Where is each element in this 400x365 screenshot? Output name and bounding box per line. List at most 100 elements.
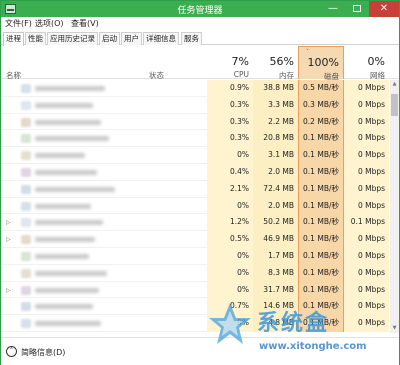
cpu-cell: 0.3% [207, 130, 253, 148]
memory-cell: 3.1 MB [253, 147, 298, 164]
cpu-cell: 0.3% [207, 113, 253, 131]
memory-cell: 1.7 MB [253, 248, 298, 265]
tab-performance[interactable]: 性能 [25, 32, 46, 45]
process-name-blurred [35, 254, 89, 259]
tab-details[interactable]: 详细信息 [143, 32, 179, 45]
chevron-up-icon[interactable]: ˄ [6, 346, 17, 357]
disk-cell: 0.1 MB/秒 [298, 147, 344, 164]
expand-chevron-icon[interactable]: ▷ [6, 236, 11, 243]
process-name-blurred [35, 153, 85, 159]
minimize-button[interactable]: — [321, 1, 345, 17]
network-cell: 0 Mbps [344, 130, 389, 148]
network-cell: 0 Mbps [344, 164, 389, 181]
maximize-button[interactable] [345, 1, 369, 17]
column-header: 名称 状态 7% CPU 56% 内存 ˇ 100% 磁盘 0% 网络 [1, 46, 399, 81]
cpu-cell: 0% [207, 197, 253, 215]
process-icon [21, 117, 31, 127]
memory-cell: 8.3 MB [253, 264, 298, 282]
sort-caret-icon: ˇ [306, 49, 309, 56]
process-icon [21, 201, 31, 211]
network-cell: 0 Mbps [344, 248, 389, 265]
process-row[interactable]: ▷ 0.5% 46.9 MB 0.1 MB/秒 0 Mbps [1, 231, 390, 248]
process-row[interactable]: 0% 1.7 MB 0.1 MB/秒 0 Mbps [1, 248, 390, 265]
memory-cell: 31.7 MB [253, 281, 298, 299]
fewer-details-link[interactable]: 简略信息(D) [21, 347, 65, 358]
network-cell: 0.1 Mbps [344, 214, 389, 232]
expand-chevron-icon[interactable]: ▷ [6, 287, 11, 294]
process-row[interactable]: 0.4% 2.0 MB 0.1 MB/秒 0 Mbps [1, 164, 390, 181]
process-name-blurred [35, 220, 103, 226]
memory-cell: 2.0 MB [253, 197, 298, 215]
process-row[interactable]: ▷ 0% 31.7 MB 0.1 MB/秒 0 Mbps [1, 281, 390, 299]
cpu-cell: 1.2% [207, 214, 253, 232]
cpu-cell: 0% [207, 248, 253, 265]
tab-services[interactable]: 服务 [181, 32, 202, 45]
cpu-cell: 0% [207, 281, 253, 299]
watermark-text: 系统盒 [257, 311, 330, 336]
process-row[interactable]: 0.9% 38.8 MB 0.5 MB/秒 0 Mbps [1, 80, 390, 97]
process-icon [21, 268, 31, 278]
process-row[interactable]: 0% 3.1 MB 0.1 MB/秒 0 Mbps [1, 147, 390, 164]
scroll-up-icon[interactable]: ▲ [390, 80, 399, 89]
process-name-blurred [35, 119, 101, 125]
process-row[interactable]: 0% 8.3 MB 0.1 MB/秒 0 Mbps [1, 264, 390, 282]
disk-cell: 0.1 MB/秒 [298, 180, 344, 198]
tab-processes[interactable]: 进程 [3, 32, 24, 46]
site-watermark: 系统盒 www.xitonghe.com [201, 297, 397, 361]
cpu-cell: 0.3% [207, 96, 253, 114]
expand-chevron-icon[interactable]: ▷ [6, 219, 11, 226]
tab-bar: 进程 性能 应用历史记录 启动 用户 详细信息 服务 [1, 30, 399, 46]
vertical-scrollbar[interactable]: ▲ ▼ [390, 80, 399, 333]
column-network[interactable]: 0% 网络 [344, 46, 389, 80]
process-icon [21, 184, 31, 194]
column-memory[interactable]: 56% 内存 [253, 46, 298, 80]
disk-cell: 0.1 MB/秒 [298, 130, 344, 148]
cpu-column-label: CPU [233, 70, 249, 79]
disk-cell: 0.1 MB/秒 [298, 248, 344, 265]
network-cell: 0 Mbps [344, 281, 389, 299]
process-row[interactable]: 0.3% 20.8 MB 0.1 MB/秒 0 Mbps [1, 130, 390, 148]
network-cell: 0 Mbps [344, 113, 389, 131]
column-cpu[interactable]: 7% CPU [207, 46, 253, 79]
process-name-blurred [35, 86, 105, 91]
network-cell: 0 Mbps [344, 96, 389, 114]
process-row[interactable]: 0.3% 3.3 MB 0.3 MB/秒 0 Mbps [1, 96, 390, 114]
menu-file[interactable]: 文件(F) [5, 18, 32, 29]
menu-options[interactable]: 选项(O) [35, 18, 64, 29]
cpu-total-percent: 7% [231, 55, 249, 68]
process-row[interactable]: ▷ 1.2% 50.2 MB 0.1 MB/秒 0.1 Mbps [1, 214, 390, 232]
close-button[interactable]: ✕ [369, 1, 399, 17]
disk-cell: 0.1 MB/秒 [298, 231, 344, 248]
disk-cell: 0.1 MB/秒 [298, 164, 344, 181]
disk-cell: 0.1 MB/秒 [298, 214, 344, 232]
watermark-url: www.xitonghe.com [259, 341, 367, 352]
process-icon [21, 84, 31, 93]
process-row[interactable]: 2.1% 72.4 MB 0.1 MB/秒 0 Mbps [1, 180, 390, 198]
memory-cell: 50.2 MB [253, 214, 298, 232]
tab-app-history[interactable]: 应用历史记录 [47, 32, 98, 45]
disk-cell: 0.3 MB/秒 [298, 96, 344, 114]
disk-cell: 0.1 MB/秒 [298, 197, 344, 215]
process-name-blurred [35, 102, 93, 108]
column-disk[interactable]: ˇ 100% 磁盘 [298, 46, 344, 81]
memory-cell: 72.4 MB [253, 180, 298, 198]
process-row[interactable]: 0% 2.0 MB 0.1 MB/秒 0 Mbps [1, 197, 390, 215]
process-icon [21, 168, 31, 177]
cpu-cell: 0% [207, 147, 253, 164]
process-name-blurred [35, 237, 95, 243]
task-manager-window: 任务管理器 — ✕ 文件(F) 选项(O) 查看(V) 进程 性能 应用历史记录… [0, 0, 400, 365]
process-icon [21, 151, 31, 161]
scroll-thumb[interactable] [391, 94, 398, 116]
process-name-blurred [35, 321, 101, 327]
process-row[interactable]: 0.3% 2.2 MB 0.2 MB/秒 0 Mbps [1, 113, 390, 131]
disk-cell: 0.2 MB/秒 [298, 113, 344, 131]
process-icon [21, 218, 31, 228]
network-cell: 0 Mbps [344, 231, 389, 248]
tab-startup[interactable]: 启动 [99, 32, 120, 45]
memory-cell: 3.3 MB [253, 96, 298, 114]
cpu-cell: 0.9% [207, 80, 253, 97]
cpu-cell: 0.5% [207, 231, 253, 248]
tab-users[interactable]: 用户 [121, 32, 142, 45]
menu-view[interactable]: 查看(V) [71, 18, 99, 29]
title-bar[interactable]: 任务管理器 — ✕ [1, 1, 399, 17]
